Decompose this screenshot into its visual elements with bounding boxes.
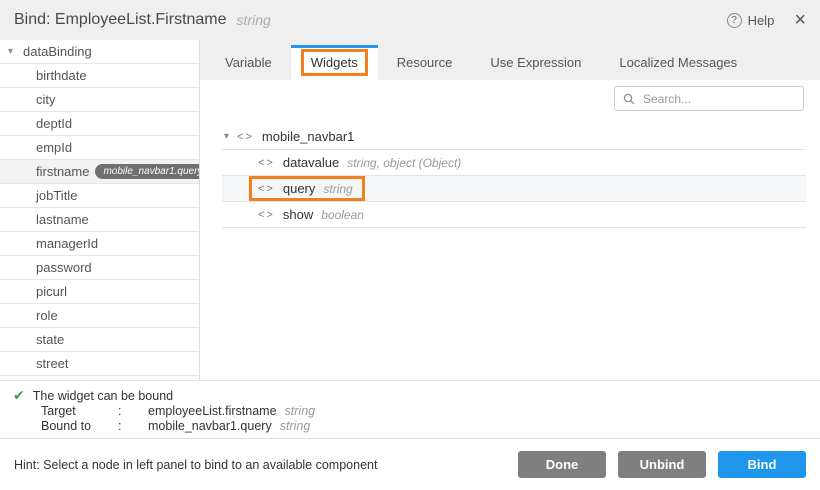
bind-button[interactable]: Bind xyxy=(718,451,806,478)
tab-widgets[interactable]: Widgets xyxy=(291,45,378,80)
status-target-row: Target : employeeList.firstname string xyxy=(41,404,804,419)
binding-badge: mobile_navbar1.query xyxy=(95,164,200,179)
sidebar-item-label: state xyxy=(36,332,64,347)
close-icon[interactable]: × xyxy=(794,10,806,30)
tree-node-type: boolean xyxy=(321,208,364,222)
tab-use-expression[interactable]: Use Expression xyxy=(471,45,600,80)
search-input[interactable] xyxy=(641,91,795,107)
caret-down-icon[interactable]: ▾ xyxy=(8,46,13,57)
tab-resource[interactable]: Resource xyxy=(378,45,472,80)
status-line: ✔ The widget can be bound xyxy=(13,387,804,404)
status-colon: : xyxy=(118,419,148,434)
check-icon: ✔ xyxy=(13,387,25,404)
sidebar-item-password[interactable]: password xyxy=(0,256,199,280)
sidebar-item-label: deptId xyxy=(36,116,72,131)
tree-node-query[interactable]: <> query string xyxy=(222,176,806,202)
sidebar-item-label: birthdate xyxy=(36,68,87,83)
dialog-body: ▾ dataBinding birthdate city deptId empI… xyxy=(0,40,820,380)
help-icon: ? xyxy=(727,13,742,28)
sidebar-item-birthdate[interactable]: birthdate xyxy=(0,64,199,88)
sidebar-item-label: jobTitle xyxy=(36,188,77,203)
sidebar-item-label: empId xyxy=(36,140,72,155)
sidebar-item-username[interactable]: username xyxy=(0,376,199,380)
sidebar-item-label: street xyxy=(36,356,69,371)
tree-node-show[interactable]: <> show boolean xyxy=(222,202,806,228)
code-brackets-icon: <> xyxy=(258,157,275,169)
sidebar-item-label: city xyxy=(36,92,56,107)
sidebar-item-label: role xyxy=(36,308,58,323)
tab-label: Widgets xyxy=(311,55,358,70)
tree-node-label: show xyxy=(283,207,313,222)
tab-label: Localized Messages xyxy=(619,55,737,70)
sidebar-item-lastname[interactable]: lastname xyxy=(0,208,199,232)
sidebar-item-label: picurl xyxy=(36,284,67,299)
tree-node-label: query xyxy=(283,181,316,196)
dialog-title: Bind: EmployeeList.Firstname xyxy=(14,11,227,29)
sidebar-item-label: firstname xyxy=(36,164,89,179)
sidebar-item-label: password xyxy=(36,260,92,275)
status-value: employeeList.firstname xyxy=(148,404,277,419)
tab-variable[interactable]: Variable xyxy=(206,45,291,80)
status-colon: : xyxy=(118,404,148,419)
tab-bar: Variable Widgets Resource Use Expression… xyxy=(200,40,820,80)
footer-buttons: Done Unbind Bind xyxy=(518,451,806,478)
sidebar-item-firstname[interactable]: firstname mobile_navbar1.query xyxy=(0,160,199,184)
tree-node-label: mobile_navbar1 xyxy=(262,129,355,144)
annotation-highlight: <> query string xyxy=(249,176,365,201)
sidebar-root-label: dataBinding xyxy=(23,44,92,59)
tab-content: ▾ <> mobile_navbar1 <> datavalue string,… xyxy=(200,80,820,380)
tree-node-type: string, object (Object) xyxy=(347,156,461,170)
status-key: Bound to xyxy=(41,419,118,434)
sidebar-item-city[interactable]: city xyxy=(0,88,199,112)
field-list-panel: ▾ dataBinding birthdate city deptId empI… xyxy=(0,40,200,380)
tab-label: Use Expression xyxy=(490,55,581,70)
help-label: Help xyxy=(748,13,775,28)
annotation-highlight: Widgets xyxy=(301,49,368,76)
sidebar-item-label: lastname xyxy=(36,212,89,227)
footer-bar: Hint: Select a node in left panel to bin… xyxy=(0,438,820,490)
status-panel: ✔ The widget can be bound Target : emplo… xyxy=(0,380,820,438)
code-brackets-icon: <> xyxy=(258,209,275,221)
sidebar-item-managerid[interactable]: managerId xyxy=(0,232,199,256)
help-button[interactable]: ? Help xyxy=(727,13,775,28)
sidebar-item-state[interactable]: state xyxy=(0,328,199,352)
sidebar-item-role[interactable]: role xyxy=(0,304,199,328)
sidebar-item-label: managerId xyxy=(36,236,98,251)
sidebar-item-deptid[interactable]: deptId xyxy=(0,112,199,136)
dialog-title-type: string xyxy=(237,12,271,28)
tab-label: Resource xyxy=(397,55,453,70)
code-brackets-icon: <> xyxy=(237,131,254,143)
bind-source-panel: Variable Widgets Resource Use Expression… xyxy=(200,40,820,380)
search-icon xyxy=(623,93,635,105)
status-value-type: string xyxy=(285,404,316,419)
done-button[interactable]: Done xyxy=(518,451,606,478)
header-actions: ? Help × xyxy=(727,10,806,30)
tree-node-mobile-navbar1[interactable]: ▾ <> mobile_navbar1 xyxy=(222,124,806,150)
caret-down-icon[interactable]: ▾ xyxy=(224,131,229,142)
sidebar-item-street[interactable]: street xyxy=(0,352,199,376)
code-brackets-icon: <> xyxy=(258,183,275,195)
hint-text: Hint: Select a node in left panel to bin… xyxy=(14,458,377,472)
status-key: Target xyxy=(41,404,118,419)
sidebar-item-empid[interactable]: empId xyxy=(0,136,199,160)
status-value: mobile_navbar1.query xyxy=(148,419,272,434)
tab-label: Variable xyxy=(225,55,272,70)
widget-tree: ▾ <> mobile_navbar1 <> datavalue string,… xyxy=(222,124,806,228)
unbind-button[interactable]: Unbind xyxy=(618,451,706,478)
sidebar-item-databinding[interactable]: ▾ dataBinding xyxy=(0,40,199,64)
status-boundto-row: Bound to : mobile_navbar1.query string xyxy=(41,419,804,434)
tree-node-type: string xyxy=(323,182,352,196)
tree-node-label: datavalue xyxy=(283,155,339,170)
sidebar-item-picurl[interactable]: picurl xyxy=(0,280,199,304)
dialog-header: Bind: EmployeeList.Firstname string ? He… xyxy=(0,0,820,40)
tree-node-datavalue[interactable]: <> datavalue string, object (Object) xyxy=(222,150,806,176)
status-message: The widget can be bound xyxy=(33,389,173,403)
bind-dialog: Bind: EmployeeList.Firstname string ? He… xyxy=(0,0,820,490)
status-value-type: string xyxy=(280,419,311,434)
sidebar-item-jobtitle[interactable]: jobTitle xyxy=(0,184,199,208)
search-box[interactable] xyxy=(614,86,804,111)
tab-localized-messages[interactable]: Localized Messages xyxy=(600,45,756,80)
